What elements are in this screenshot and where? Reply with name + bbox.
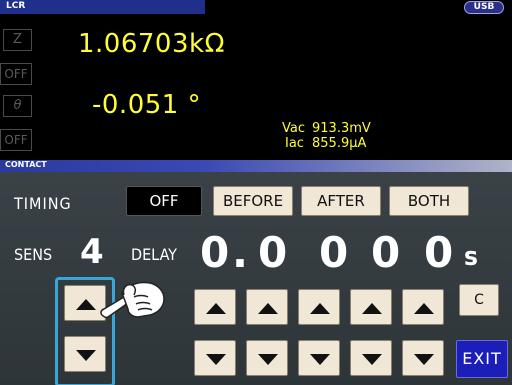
delay-digit-2: 0 [319, 228, 349, 277]
delay-digit-0: 0 [200, 228, 230, 277]
down-arrow-icon [414, 354, 434, 365]
contact-panel: TIMING OFF BEFORE AFTER BOTH SENS 4 DELA… [0, 172, 512, 385]
usb-badge: USB [464, 1, 504, 14]
delay-digit-4-up-button[interactable] [402, 289, 444, 325]
vac-value: 913.3mV [312, 121, 371, 136]
up-arrow-icon [258, 303, 278, 314]
param3-value: -0.051 ° [92, 90, 202, 120]
timing-off-button[interactable]: OFF [126, 186, 202, 216]
timing-both-button[interactable]: BOTH [389, 186, 469, 216]
delay-digit-0-up-button[interactable] [194, 289, 236, 325]
param1-value: 1.06703kΩ [78, 29, 225, 59]
param2-selector[interactable]: OFF [0, 63, 32, 85]
iac-label: Iac [285, 136, 304, 151]
delay-digit-3-up-button[interactable] [350, 289, 392, 325]
sens-down-button[interactable] [64, 336, 106, 372]
delay-digit-0-down-button[interactable] [194, 340, 236, 376]
pointing-hand-icon [100, 281, 165, 319]
up-arrow-icon [310, 303, 330, 314]
measurement-display: LCR USB Z 1.06703kΩ OFF θ -0.051 ° OFF V… [0, 0, 512, 160]
down-arrow-icon [362, 354, 382, 365]
timing-before-button[interactable]: BEFORE [213, 186, 293, 216]
contact-title: CONTACT [5, 160, 47, 169]
param1-selector[interactable]: Z [3, 29, 32, 51]
delay-unit: s [464, 242, 478, 272]
delay-label: DELAY [131, 245, 177, 264]
title-bar: LCR USB [0, 0, 512, 14]
delay-digit-3: 0 [371, 228, 401, 277]
delay-digit-1-down-button[interactable] [246, 340, 288, 376]
up-arrow-icon [362, 303, 382, 314]
delay-digit-2-down-button[interactable] [298, 340, 340, 376]
contact-title-bar: CONTACT [0, 160, 512, 172]
delay-digit-1: 0 [258, 228, 288, 277]
delay-digit-1-up-button[interactable] [246, 289, 288, 325]
iac-value: 855.9μA [312, 136, 367, 151]
up-arrow-icon [414, 303, 434, 314]
down-arrow-icon [76, 350, 96, 361]
app-title: LCR [6, 1, 26, 11]
up-arrow-icon [206, 303, 226, 314]
sens-value: 4 [80, 232, 104, 272]
clear-button[interactable]: C [459, 284, 499, 316]
delay-digit-4: 0 [424, 228, 454, 277]
delay-digit-2-up-button[interactable] [298, 289, 340, 325]
exit-button[interactable]: EXIT [456, 340, 508, 378]
param3-selector[interactable]: θ [3, 95, 32, 117]
delay-digit-4-down-button[interactable] [402, 340, 444, 376]
delay-digit-3-down-button[interactable] [350, 340, 392, 376]
down-arrow-icon [310, 354, 330, 365]
timing-after-button[interactable]: AFTER [301, 186, 381, 216]
vac-label: Vac [282, 121, 305, 136]
timing-label: TIMING [14, 194, 72, 213]
down-arrow-icon [206, 354, 226, 365]
delay-decimal-point: . [232, 228, 248, 277]
param4-selector[interactable]: OFF [0, 129, 32, 151]
sens-label: SENS [14, 245, 53, 264]
down-arrow-icon [258, 354, 278, 365]
